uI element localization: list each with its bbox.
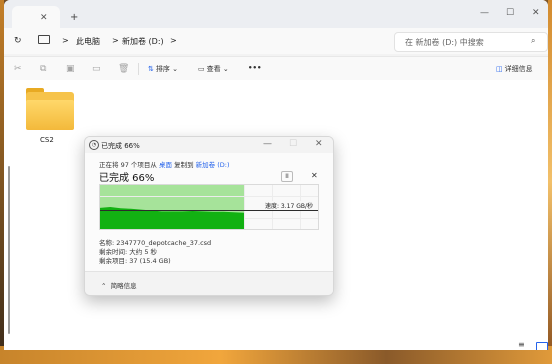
rename-icon[interactable]: ▭ xyxy=(92,64,101,74)
scrollbar[interactable] xyxy=(8,166,10,334)
copy-icon[interactable]: ⧉ xyxy=(40,64,46,74)
breadcrumb-separator[interactable]: > xyxy=(112,36,119,45)
source-link[interactable]: 桌面 xyxy=(159,161,172,169)
delete-icon[interactable]: 🗑 xyxy=(118,64,129,74)
details-pane-button[interactable]: ◫ 详细信息 xyxy=(496,64,533,74)
folder-icon[interactable] xyxy=(26,88,74,130)
close-button[interactable]: ✕ xyxy=(532,8,540,18)
minimize-button[interactable]: — xyxy=(480,8,489,18)
copy-progress-dialog: ◔ 已完成 66% — ☐ ✕ 正在将 97 个项目从 桌面 复制到 新加卷 (… xyxy=(84,136,334,296)
search-icon: ⌕ xyxy=(531,36,536,45)
breadcrumb-this-pc[interactable]: 此电脑 xyxy=(76,36,100,47)
list-view-icon[interactable]: ≡ xyxy=(518,340,525,349)
details-label: 详细信息 xyxy=(504,65,533,73)
dialog-footer: ⌃ 简略信息 xyxy=(85,271,333,295)
dialog-close-button[interactable]: ✕ xyxy=(315,139,323,149)
view-icon: ▭ xyxy=(198,65,205,73)
toolbar-divider xyxy=(138,63,139,75)
chevron-up-icon: ⌃ xyxy=(101,282,107,290)
view-label: 查看 xyxy=(206,65,221,73)
speed-line xyxy=(100,210,318,211)
maximize-button[interactable]: ☐ xyxy=(506,8,514,18)
destination-link[interactable]: 新加卷 (D:) xyxy=(196,161,230,169)
command-bar: ✂ ⧉ ▣ ▭ 🗑 ⇅ 排序 ⌄ ▭ 查看 ⌄ ••• ◫ 详细信息 xyxy=(4,56,548,82)
desktop-wallpaper-right xyxy=(548,0,552,364)
new-tab-button[interactable]: + xyxy=(70,12,78,23)
breadcrumb-separator[interactable]: > xyxy=(170,36,177,45)
search-placeholder: 在 新加卷 (D:) 中搜索 xyxy=(405,38,484,47)
dialog-title-bar: ◔ 已完成 66% — ☐ ✕ xyxy=(85,137,333,153)
progress-percent: 已完成 66% xyxy=(99,173,155,184)
breadcrumb-separator[interactable]: > xyxy=(62,36,69,45)
sort-icon: ⇅ xyxy=(148,65,154,73)
breadcrumb-drive-d[interactable]: 新加卷 (D:) xyxy=(122,36,164,47)
view-button[interactable]: ▭ 查看 ⌄ xyxy=(198,64,229,74)
search-input[interactable]: 在 新加卷 (D:) 中搜索 ⌕ xyxy=(394,32,548,52)
cancel-button[interactable]: ✕ xyxy=(311,171,318,180)
dialog-maximize-button: ☐ xyxy=(289,139,298,149)
title-bar: ✕ + — ☐ ✕ xyxy=(4,0,548,28)
copy-description: 正在将 97 个项目从 桌面 复制到 新加卷 (D:) xyxy=(99,159,229,169)
tiles-view-icon[interactable] xyxy=(536,342,548,350)
more-options-button[interactable]: ••• xyxy=(248,64,261,72)
cut-icon[interactable]: ✂ xyxy=(14,64,22,74)
refresh-icon[interactable]: ↻ xyxy=(14,36,22,46)
tab-close-icon[interactable]: ✕ xyxy=(40,13,48,23)
pause-button[interactable]: II xyxy=(281,171,293,182)
less-info-button[interactable]: ⌃ 简略信息 xyxy=(101,280,137,290)
paste-icon[interactable]: ▣ xyxy=(66,64,75,74)
speed-label: 速度: 3.17 GB/秒 xyxy=(264,201,314,210)
clock-icon: ◔ xyxy=(89,140,99,150)
explorer-tab[interactable] xyxy=(12,6,60,28)
copy-prefix: 正在将 97 个项目从 xyxy=(99,161,157,169)
items-remaining: 剩余项目: 37 (15.4 GB) xyxy=(99,257,171,265)
copy-word: 复制到 xyxy=(174,161,194,169)
less-info-label: 简略信息 xyxy=(110,282,137,290)
sort-label: 排序 xyxy=(155,65,170,73)
details-icon: ◫ xyxy=(496,65,503,73)
dialog-minimize-button[interactable]: — xyxy=(263,139,272,149)
speed-chart: 速度: 3.17 GB/秒 xyxy=(99,184,319,230)
computer-icon[interactable] xyxy=(38,35,50,44)
folder-name[interactable]: CS2 xyxy=(40,136,54,144)
dialog-title: 已完成 66% xyxy=(101,142,140,150)
sort-button[interactable]: ⇅ 排序 ⌄ xyxy=(148,64,178,74)
